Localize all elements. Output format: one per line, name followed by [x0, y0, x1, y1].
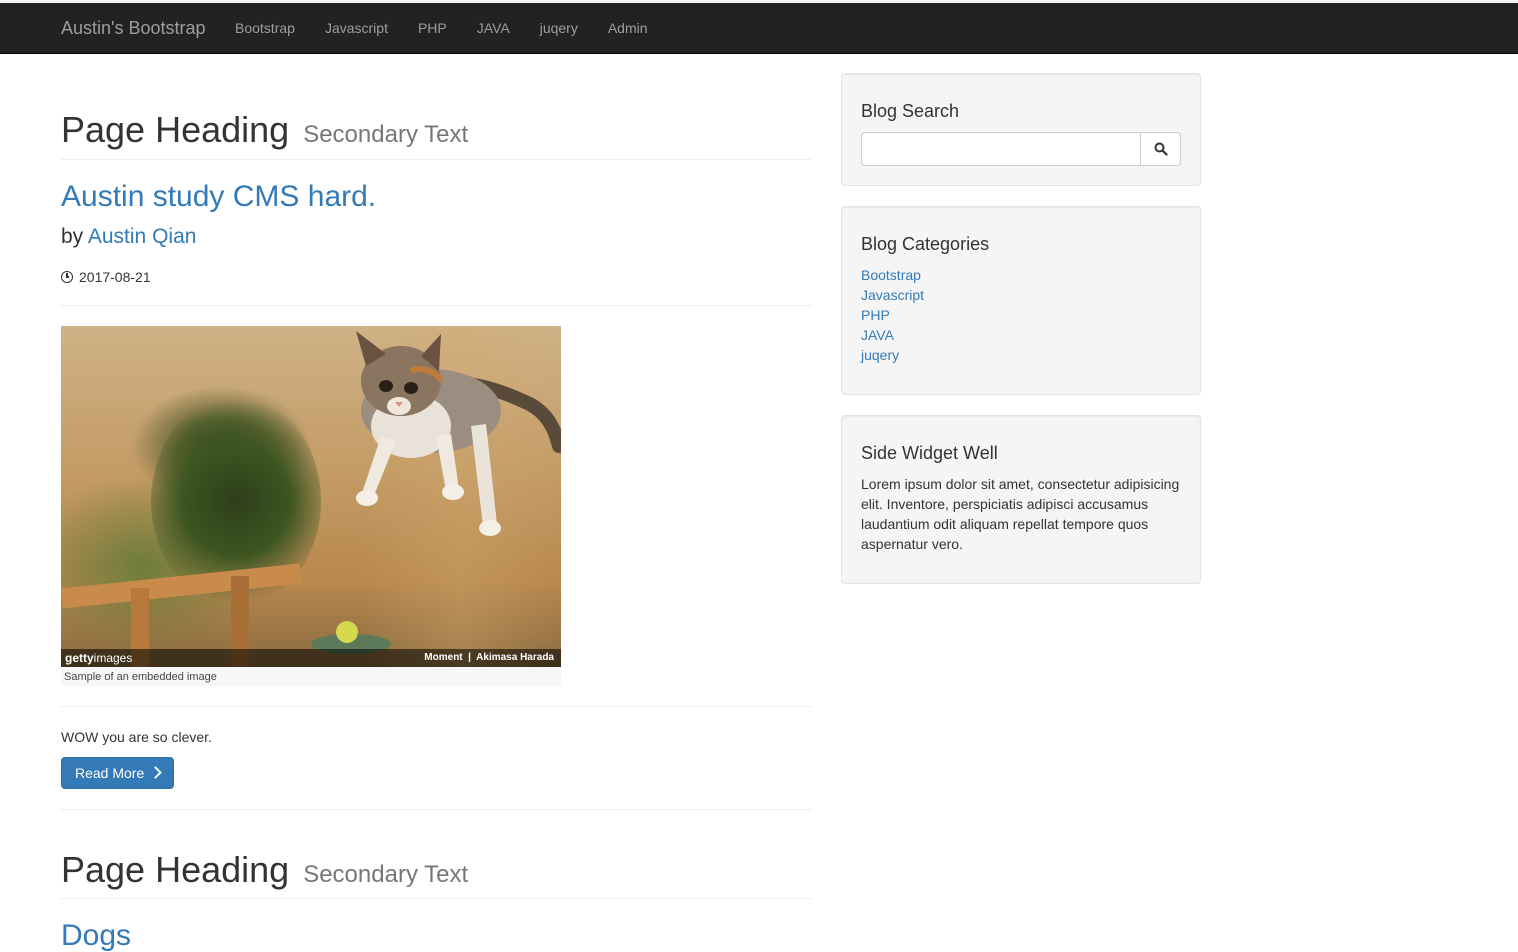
- blog-categories-well: Blog Categories Bootstrap Javascript PHP…: [841, 206, 1201, 395]
- post-by-label: by: [61, 224, 84, 248]
- navbar: Austin's Bootstrap Bootstrap Javascript …: [0, 3, 1518, 54]
- side-widget-text: Lorem ipsum dolor sit amet, consectetur …: [861, 476, 1180, 552]
- blog-main-column: Page Heading Secondary Text Austin study…: [61, 54, 811, 952]
- image-ball: [336, 620, 358, 643]
- image-credit-bar: gettyimages Moment | Akimasa Harada: [61, 648, 561, 667]
- post-author-link[interactable]: Austin Qian: [88, 225, 197, 248]
- nav-link-java[interactable]: JAVA: [462, 3, 525, 53]
- post-date-text: 2017-08-21: [79, 268, 151, 285]
- navbar-links: Bootstrap Javascript PHP JAVA juqery Adm…: [220, 3, 663, 53]
- nav-link-bootstrap[interactable]: Bootstrap: [220, 3, 310, 53]
- category-link-juqery[interactable]: juqery: [861, 347, 899, 363]
- post-body: WOW you are so clever.: [61, 728, 212, 745]
- page-heading: Page Heading Secondary Text: [61, 110, 811, 150]
- blog-search-title: Blog Search: [861, 101, 960, 121]
- image-credit: Moment | Akimasa Harada: [424, 651, 554, 663]
- sidebar: Blog Search Blog Categories Bootstrap Ja…: [841, 73, 1201, 604]
- list-item: PHP: [861, 305, 1181, 325]
- post-figure: gettyimages Moment | Akimasa Harada Samp…: [61, 325, 561, 686]
- category-link-javascript[interactable]: Javascript: [861, 287, 924, 303]
- navbar-brand[interactable]: Austin's Bootstrap: [61, 3, 206, 53]
- divider: [61, 808, 811, 810]
- getty-logo-bold: getty: [65, 650, 94, 665]
- nav-link-php[interactable]: PHP: [403, 3, 462, 53]
- category-list: Bootstrap Javascript PHP JAVA juqery: [861, 265, 1181, 365]
- search-group: [861, 132, 1181, 166]
- post-date: 2017-08-21: [61, 269, 811, 285]
- list-item: juqery: [861, 345, 1181, 365]
- search-icon: [1154, 142, 1168, 156]
- search-button[interactable]: [1141, 132, 1181, 166]
- cat-figure: [356, 330, 561, 536]
- post-title: Dogs: [61, 919, 811, 952]
- blog-categories-title: Blog Categories: [861, 234, 990, 254]
- divider: [61, 304, 811, 306]
- post-title-link[interactable]: Dogs: [61, 919, 131, 952]
- list-item: Bootstrap: [861, 265, 1181, 285]
- list-item: JAVA: [861, 325, 1181, 345]
- read-more-label: Read More: [75, 764, 145, 781]
- chevron-right-icon: [149, 766, 163, 779]
- nav-link-admin[interactable]: Admin: [593, 3, 663, 53]
- nav-link-javascript[interactable]: Javascript: [310, 3, 403, 53]
- search-input[interactable]: [861, 132, 1141, 166]
- page-heading-secondary: Secondary Text: [303, 860, 469, 888]
- image-caption: Sample of an embedded image: [64, 670, 217, 683]
- page-header: Page Heading Secondary Text: [61, 110, 811, 160]
- read-more-button[interactable]: Read More: [61, 756, 175, 789]
- page-heading-secondary: Secondary Text: [303, 121, 469, 148]
- post-author-line: by Austin Qian: [61, 225, 811, 249]
- category-link-java[interactable]: JAVA: [861, 327, 894, 343]
- side-widget-title: Side Widget Well: [861, 443, 998, 463]
- page-heading: Page Heading Secondary Text: [61, 848, 811, 890]
- page-header: Page Heading Secondary Text: [61, 848, 811, 900]
- clock-icon: [61, 270, 73, 283]
- post-title: Austin study CMS hard.: [61, 180, 811, 213]
- cat-jumping-image[interactable]: gettyimages Moment | Akimasa Harada: [61, 325, 561, 667]
- side-widget-well: Side Widget Well Lorem ipsum dolor sit a…: [841, 415, 1201, 584]
- divider: [61, 705, 811, 707]
- page-heading-text: Page Heading: [61, 109, 290, 150]
- blog-search-well: Blog Search: [841, 73, 1201, 186]
- list-item: Javascript: [861, 285, 1181, 305]
- category-link-php[interactable]: PHP: [861, 307, 890, 323]
- post-title-link[interactable]: Austin study CMS hard.: [61, 180, 376, 213]
- getty-logo: gettyimages: [65, 649, 132, 667]
- page-heading-text: Page Heading: [61, 848, 290, 890]
- getty-logo-light: images: [93, 650, 133, 665]
- category-link-bootstrap[interactable]: Bootstrap: [861, 267, 921, 283]
- nav-link-juqery[interactable]: juqery: [525, 3, 593, 53]
